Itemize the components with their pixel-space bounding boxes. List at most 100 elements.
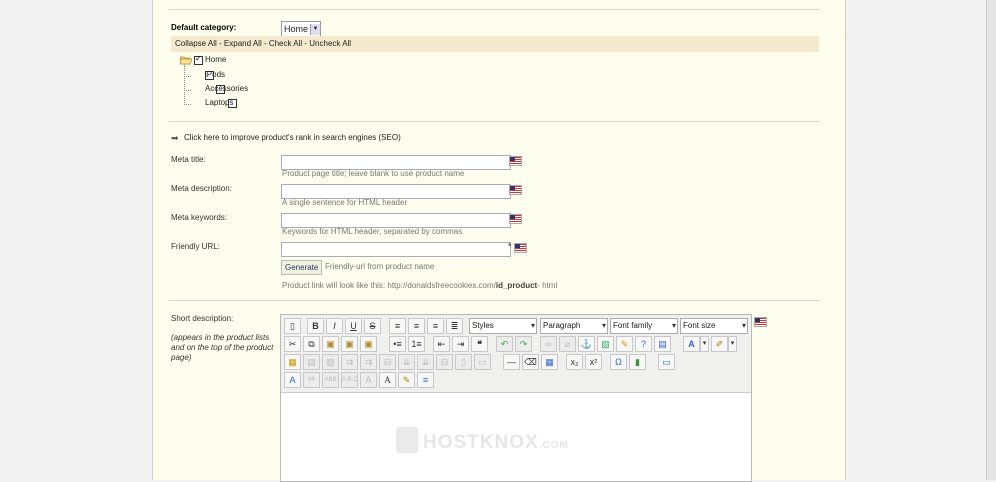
link-prefix: Product link will look like this: http:/… [282,281,496,290]
friendly-url-input[interactable] [281,242,511,257]
underline-icon[interactable]: U [345,318,362,334]
scrollbar[interactable] [986,0,996,480]
image-icon[interactable]: ▧ [597,336,614,352]
cut-icon[interactable]: ✂ [284,336,301,352]
outdent-icon[interactable]: ⇤ [433,336,450,352]
nonbreaking-icon[interactable]: ≡ [417,372,434,388]
background-color-icon[interactable]: ✐ [711,336,728,352]
special-char-icon[interactable]: Ω [610,354,627,370]
link-icon[interactable]: ∞ [540,336,557,352]
hostknox-logo-icon [396,427,418,453]
undo-icon[interactable]: ↶ [496,336,513,352]
watermark-text: HOSTKNOX [423,432,539,453]
meta-title-input[interactable] [281,155,511,170]
fullscreen-icon[interactable]: ▭ [658,354,675,370]
row-before-icon[interactable]: ⇉ [341,354,358,370]
meta-keywords-hint: Keywords for HTML header, separated by c… [282,227,463,236]
row-after-icon[interactable]: ⇉ [360,354,377,370]
acronym-icon[interactable]: A.B.C [341,372,358,388]
strikethrough-icon[interactable]: S [364,318,381,334]
font-size-select[interactable]: Font size [680,318,748,334]
horizontal-rule-icon[interactable]: — [503,354,520,370]
table-row-props-icon[interactable]: ▤ [303,354,320,370]
us-flag-icon[interactable] [509,214,522,224]
visual-aid-icon[interactable]: ▦ [541,354,558,370]
chevron-down-icon[interactable]: ▾ [700,336,709,352]
styleprops-icon[interactable]: A [284,372,301,388]
redo-icon[interactable]: ↷ [515,336,532,352]
cleanup-icon[interactable]: ✎ [616,336,633,352]
default-category-select[interactable]: Home ▼ [281,21,322,37]
divider [169,121,820,122]
media-icon[interactable]: ▮ [629,354,646,370]
arrow-right-icon: ➡ [171,133,179,143]
us-flag-icon[interactable] [754,317,767,327]
align-right-icon[interactable]: ≡ [427,318,444,334]
anchor-icon[interactable]: ⚓ [578,336,595,352]
meta-description-input[interactable] [281,184,511,199]
delete-row-icon[interactable]: ⊟ [379,354,396,370]
chevron-down-icon[interactable]: ▾ [728,336,737,352]
default-category-label: Default category: [171,23,237,32]
tree-connector [184,104,191,105]
col-after-icon[interactable]: ⇊ [417,354,434,370]
paste-icon[interactable]: ▣ [322,336,339,352]
us-flag-icon[interactable] [509,156,522,166]
font-family-select[interactable]: Font family [610,318,678,334]
ins-icon[interactable]: A [379,372,396,388]
unlink-icon[interactable]: ⌀ [559,336,576,352]
attributes-icon[interactable]: ✎ [398,372,415,388]
align-justify-icon[interactable]: ≣ [446,318,463,334]
short-description-note: (appears in the product lists and on the… [171,333,274,362]
category-tree: Home iPods Accessories Laptops [179,54,248,109]
insert-table-icon[interactable]: ▦ [284,354,301,370]
meta-title-label: Meta title: [171,155,206,164]
tree-item-accessories[interactable]: Accessories [205,84,248,93]
copy-icon[interactable]: ⧉ [303,336,320,352]
product-link-preview: Product link will look like this: http:/… [282,281,557,290]
rich-text-editor[interactable]: ▯ B I U S ≡ ≡ ≡ ≣ Styles Paragraph Font … [280,314,752,482]
text-color-icon[interactable]: A [683,336,700,352]
align-left-icon[interactable]: ≡ [389,318,406,334]
link-bold: id_product [495,281,538,290]
meta-keywords-input[interactable] [281,213,511,228]
tree-item-home[interactable]: Home [205,55,226,64]
tree-item-laptops[interactable]: Laptops [205,98,233,107]
tree-actions-bar[interactable]: Collapse All - Expand All - Check All - … [171,36,819,52]
delete-col-icon[interactable]: ⊟ [436,354,453,370]
col-before-icon[interactable]: ⇊ [398,354,415,370]
format-select[interactable]: Paragraph [540,318,608,334]
paste-text-icon[interactable]: ▣ [341,336,358,352]
blockquote-icon[interactable]: ❝ [471,336,488,352]
bullet-list-icon[interactable]: •≡ [389,336,406,352]
align-center-icon[interactable]: ≡ [408,318,425,334]
bold-icon[interactable]: B [307,318,324,334]
del-icon[interactable]: A [360,372,377,388]
indent-icon[interactable]: ⇥ [452,336,469,352]
seo-toggle-link[interactable]: Click here to improve product's rank in … [184,133,401,142]
abbr-icon[interactable]: ABB [322,372,339,388]
superscript-icon[interactable]: x² [585,354,602,370]
italic-icon[interactable]: I [326,318,343,334]
tree-checkbox-home[interactable] [194,54,203,66]
divider [169,300,820,301]
new-document-icon[interactable]: ▯ [284,318,301,334]
us-flag-icon[interactable] [514,243,527,253]
numbered-list-icon[interactable]: 1≡ [408,336,425,352]
merge-cells-icon[interactable]: ▭ [474,354,491,370]
help-icon[interactable]: ? [635,336,652,352]
paste-word-icon[interactable]: ▣ [360,336,377,352]
meta-description-hint: A single sentence for HTML header [282,198,408,207]
tree-item-ipods[interactable]: iPods [205,70,225,79]
generate-button[interactable]: Generate [281,260,323,275]
remove-format-icon[interactable]: ⌫ [522,354,539,370]
html-source-icon[interactable]: ▤ [654,336,671,352]
us-flag-icon[interactable] [509,185,522,195]
styles-select[interactable]: Styles [469,318,537,334]
cite-icon[interactable]: 66 [303,372,320,388]
required-mark: * [508,242,512,251]
split-cells-icon[interactable]: ▯ [455,354,472,370]
table-cell-props-icon[interactable]: ▥ [322,354,339,370]
subscript-icon[interactable]: x₂ [566,354,583,370]
watermark: HOSTKNOX.COM [423,432,569,454]
